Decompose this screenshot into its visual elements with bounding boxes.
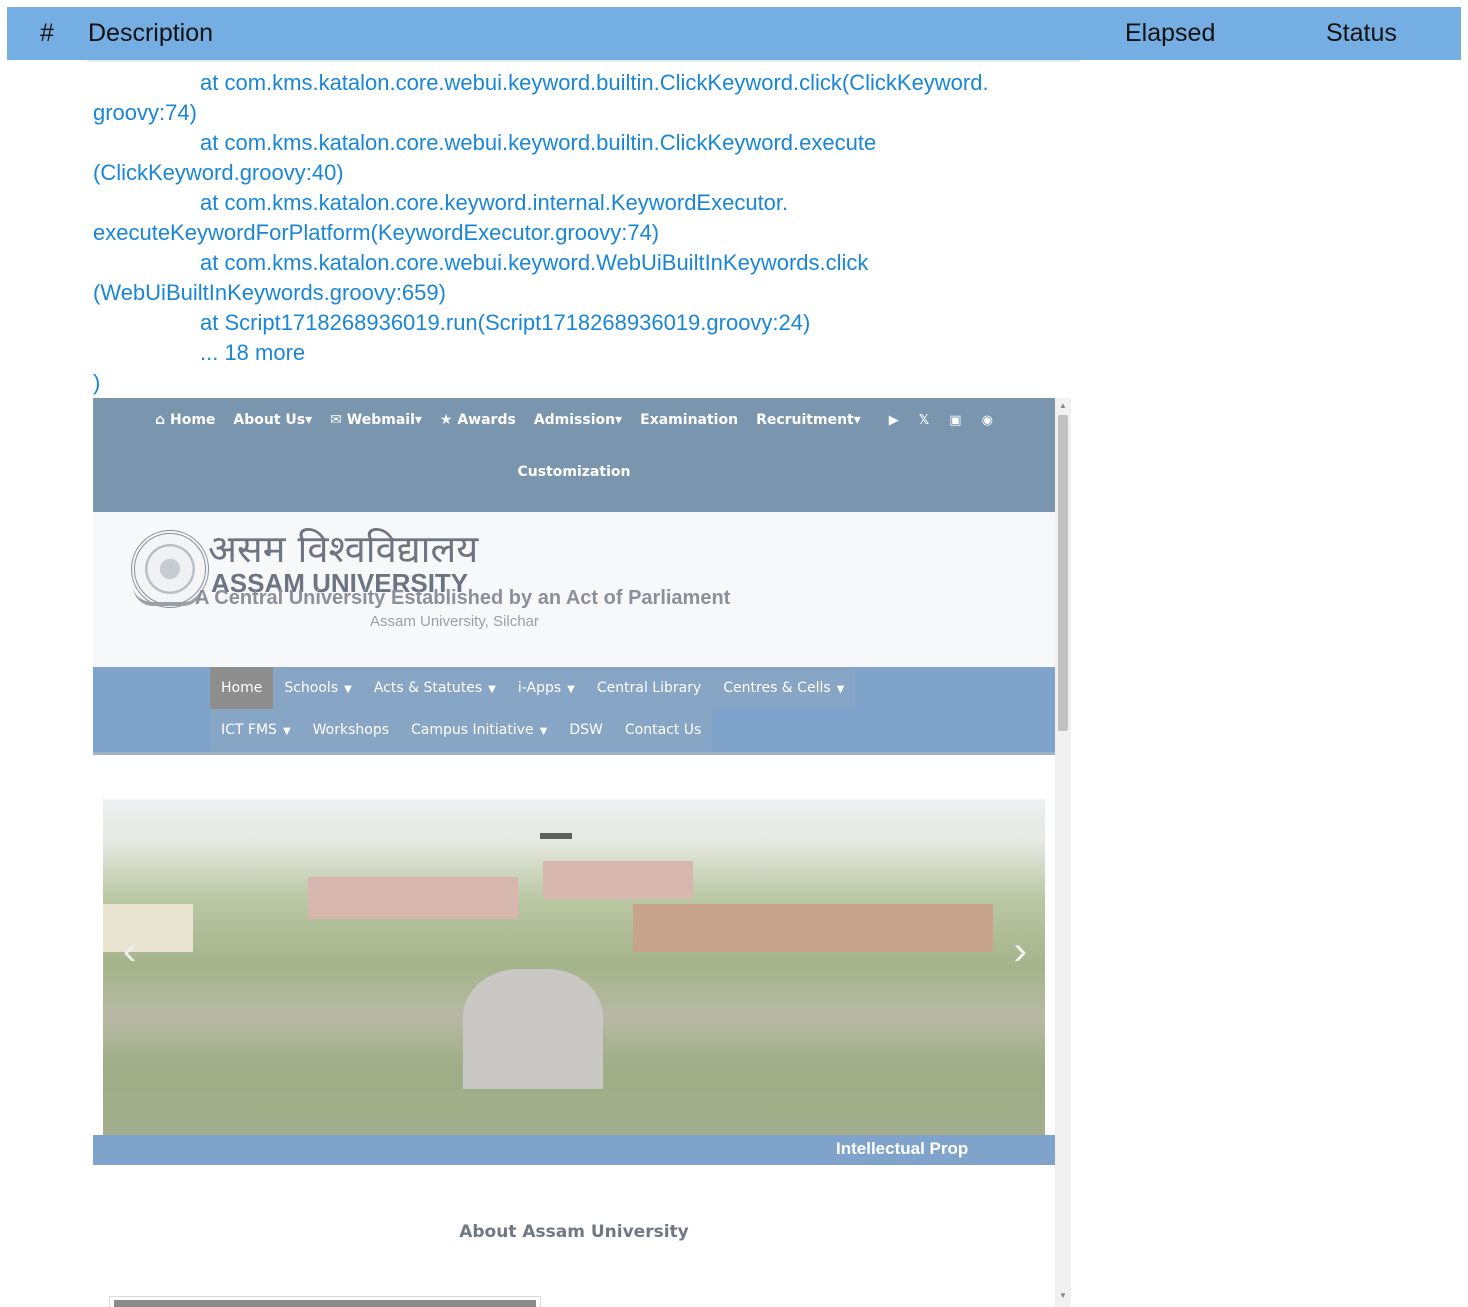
topnav-webmail[interactable]: ✉ Webmail▾ <box>330 412 422 428</box>
content-box-bar <box>114 1300 536 1307</box>
column-header-status: Status <box>1326 19 1397 47</box>
caret-down-icon: ▼ <box>282 726 291 737</box>
trace-line: (WebUiBuiltInKeywords.groovy:659) <box>93 280 446 305</box>
column-header-elapsed: Elapsed <box>1125 19 1216 47</box>
trace-line: (ClickKeyword.groovy:40) <box>93 160 344 185</box>
trace-line: at com.kms.katalon.core.keyword.internal… <box>200 190 789 215</box>
trace-line: groovy:74) <box>93 100 197 125</box>
book-icon <box>133 586 203 606</box>
campus-building <box>103 904 193 952</box>
campus-building <box>633 904 993 952</box>
x-icon[interactable]: 𝕏 <box>919 413 929 428</box>
menu-centres-label: Centres & Cells <box>723 680 831 696</box>
menu-schools-label: Schools <box>284 680 339 696</box>
scrollbar[interactable]: ▲ ▼ <box>1055 398 1071 1307</box>
topnav-examination[interactable]: Examination <box>640 412 738 428</box>
menu-acts-label: Acts & Statutes <box>373 680 483 696</box>
scrollbar-thumb[interactable] <box>1058 415 1068 731</box>
menu-campus-label: Campus Initiative <box>411 722 534 738</box>
caret-down-icon: ▼ <box>836 684 845 695</box>
menu-ict-fms[interactable]: ICT FMS ▼ <box>210 709 302 751</box>
topnav-recruitment[interactable]: Recruitment▾ <box>756 412 861 428</box>
menu-campus-initiative[interactable]: Campus Initiative ▼ <box>400 709 558 751</box>
caret-down-icon: ▼ <box>567 684 575 695</box>
campus-building <box>543 861 693 899</box>
tagline: A Central University Established by an A… <box>195 587 731 609</box>
facebook-icon[interactable]: ▣ <box>949 413 961 428</box>
report-table-header: # Description Elapsed Status <box>7 7 1461 60</box>
instagram-icon[interactable]: ◉ <box>982 413 993 428</box>
topnav-about[interactable]: About Us▾ <box>233 412 312 428</box>
stack-trace: at com.kms.katalon.core.webui.keyword.bu… <box>93 68 1073 398</box>
menu-central-library[interactable]: Central Library <box>586 667 712 709</box>
menu-contact[interactable]: Contact Us <box>614 709 712 751</box>
trace-line: at Script1718268936019.run(Script1718268… <box>200 310 811 335</box>
about-heading: About Assam University <box>459 1222 689 1242</box>
trace-line: ) <box>93 370 101 395</box>
slider-indicator[interactable] <box>540 833 572 839</box>
topnav-customization[interactable]: Customization <box>93 464 1055 480</box>
menu-ict-fms-label: ICT FMS <box>221 722 277 738</box>
topnav-admission[interactable]: Admission▾ <box>534 412 622 428</box>
menu-home[interactable]: Home <box>210 667 274 709</box>
column-header-number: # <box>40 19 54 47</box>
sub-tagline: Assam University, Silchar <box>370 613 539 630</box>
menu-workshops[interactable]: Workshops <box>302 709 400 751</box>
topnav-home[interactable]: ⌂ Home <box>155 412 215 428</box>
menu-iapps-label: i-Apps <box>517 680 562 696</box>
campus-road <box>463 969 603 1089</box>
hindi-name: असम विश्वविद्यालय <box>208 527 479 571</box>
menu-centres[interactable]: Centres & Cells ▼ <box>712 667 855 709</box>
header-divider <box>87 60 1080 62</box>
topnav-awards[interactable]: ★ Awards <box>440 412 516 428</box>
social-icons: ▶ 𝕏 ▣ ◉ <box>889 413 993 428</box>
trace-line: at com.kms.katalon.core.webui.keyword.bu… <box>200 70 989 95</box>
menu-dsw[interactable]: DSW <box>558 709 614 751</box>
campus-slider: ‹ › <box>103 799 1045 1135</box>
caret-down-icon: ▼ <box>539 726 548 737</box>
chevron-right-icon[interactable]: › <box>1014 929 1027 974</box>
site-main-menu: Home Schools ▼ Acts & Statutes ▼ i-Apps ▼ C… <box>93 667 1055 755</box>
menu-acts[interactable]: Acts & Statutes ▼ <box>363 667 507 709</box>
campus-building <box>308 877 518 919</box>
caret-down-icon: ▼ <box>488 684 496 695</box>
trace-line: executeKeywordForPlatform(KeywordExecuto… <box>93 220 660 245</box>
trace-line: ... 18 more <box>200 340 306 365</box>
trace-line: at com.kms.katalon.core.webui.keyword.bu… <box>200 130 877 155</box>
column-header-description: Description <box>88 19 214 47</box>
site-banner: असम विश्वविद्यालय ASSAM UNIVERSITY A Cen… <box>93 512 1055 667</box>
site-top-nav: ⌂ Home About Us▾ ✉ Webmail▾ ★ Awards Adm… <box>93 398 1055 512</box>
menu-iapps[interactable]: i-Apps ▼ <box>507 667 586 709</box>
ticker-text[interactable]: Intellectual Prop <box>836 1139 968 1159</box>
chevron-left-icon[interactable]: ‹ <box>123 929 136 974</box>
caret-down-icon: ▼ <box>344 684 352 695</box>
menu-schools[interactable]: Schools ▼ <box>273 667 362 709</box>
scroll-up-icon[interactable]: ▲ <box>1059 401 1067 410</box>
trace-line: at com.kms.katalon.core.webui.keyword.We… <box>200 250 869 275</box>
failure-screenshot: ⌂ Home About Us▾ ✉ Webmail▾ ★ Awards Adm… <box>93 398 1071 1307</box>
scroll-down-icon[interactable]: ▼ <box>1059 1291 1067 1300</box>
youtube-icon[interactable]: ▶ <box>889 413 899 428</box>
content-box <box>109 1296 541 1307</box>
news-ticker: Intellectual Prop <box>93 1135 1055 1165</box>
